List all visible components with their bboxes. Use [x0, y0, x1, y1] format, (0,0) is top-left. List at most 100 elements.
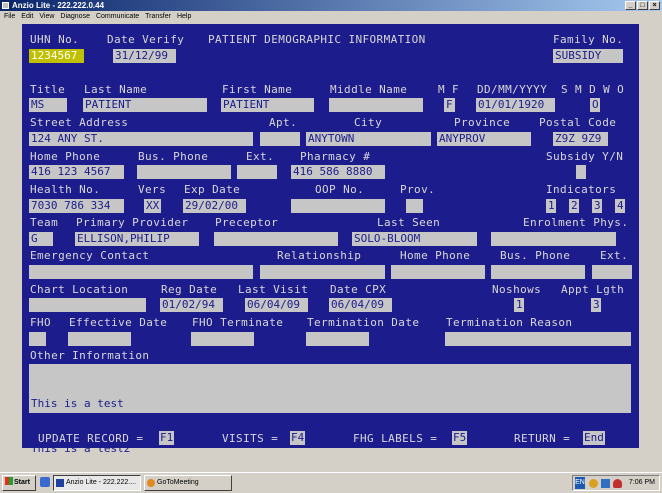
sex-field[interactable]: F	[444, 98, 455, 112]
relationship-field[interactable]	[260, 265, 385, 279]
indicator-1-field[interactable]: 1	[546, 199, 556, 213]
marital-status-field[interactable]: O	[590, 98, 600, 112]
menu-edit[interactable]: Edit	[21, 11, 33, 23]
visits-label: VISITS =	[222, 432, 279, 445]
last-visit-field[interactable]: 06/04/09	[245, 298, 308, 312]
health-no-field[interactable]: 7030 786 334	[29, 199, 124, 213]
effective-date-field[interactable]	[68, 332, 131, 346]
vers-field[interactable]: XX	[144, 199, 161, 213]
team-field[interactable]: G	[29, 232, 53, 246]
menu-communicate[interactable]: Communicate	[96, 11, 139, 23]
home-phone-field[interactable]: 416 123 4567	[29, 165, 124, 179]
oop-no-field[interactable]	[291, 199, 385, 213]
menu-help[interactable]: Help	[177, 11, 191, 23]
preceptor-label: Preceptor	[215, 216, 279, 229]
start-label: Start	[14, 479, 30, 486]
postal-code-field[interactable]: Z9Z 9Z9	[553, 132, 608, 146]
last-seen-field[interactable]: SOLO-BLOOM	[352, 232, 477, 246]
visits-key[interactable]: F4	[290, 431, 306, 445]
fho-field[interactable]	[29, 332, 46, 346]
taskbar-item-gotomeeting[interactable]: GoToMeeting	[144, 475, 232, 491]
indicator-3-field[interactable]: 3	[592, 199, 602, 213]
appt-length-field[interactable]: 3	[591, 298, 601, 312]
middle-name-label: Middle Name	[330, 83, 408, 96]
sex-label: M F	[438, 83, 460, 96]
enrolment-phys-field[interactable]	[491, 232, 616, 246]
fho-terminate-field[interactable]	[191, 332, 254, 346]
ext-label: Ext.	[246, 150, 275, 163]
update-record-key[interactable]: F1	[159, 431, 175, 445]
emergency-ext-field[interactable]	[592, 265, 632, 279]
tray-app-icon[interactable]	[589, 479, 598, 488]
date-cpx-field[interactable]: 06/04/09	[329, 298, 392, 312]
start-button[interactable]: Start	[2, 475, 36, 491]
return-key[interactable]: End	[583, 431, 605, 445]
menu-transfer[interactable]: Transfer	[145, 11, 171, 23]
emergency-contact-field[interactable]	[29, 265, 253, 279]
exp-date-label: Exp Date	[184, 183, 241, 196]
fho-terminate-label: FHO Terminate	[192, 316, 284, 329]
noshows-field[interactable]: 1	[514, 298, 524, 312]
menu-file[interactable]: File	[4, 11, 15, 23]
ext-field[interactable]	[237, 165, 277, 179]
emergency-bus-phone-field[interactable]	[491, 265, 585, 279]
primary-provider-field[interactable]: ELLISON,PHILIP	[75, 232, 199, 246]
enrolment-phys-label: Enrolment Phys.	[523, 216, 629, 229]
street-field[interactable]: 124 ANY ST.	[29, 132, 253, 146]
date-verify-field[interactable]: 31/12/99	[113, 49, 176, 63]
close-button[interactable]: ×	[649, 1, 660, 10]
bus-phone-field[interactable]	[137, 165, 231, 179]
first-name-label: First Name	[222, 83, 293, 96]
emergency-contact-label: Emergency Contact	[30, 249, 150, 262]
vers-label: Vers	[138, 183, 167, 196]
province-field[interactable]: ANYPROV	[437, 132, 531, 146]
fhg-labels-label: FHG LABELS =	[353, 432, 438, 445]
other-information-textarea[interactable]: This is a test This is a test2	[29, 364, 631, 455]
apt-field[interactable]	[260, 132, 300, 146]
last-name-field[interactable]: PATIENT	[83, 98, 207, 112]
other-information-line: This is a test	[31, 397, 124, 410]
security-shield-icon[interactable]	[613, 479, 622, 488]
taskbar-item-anzio[interactable]: Anzio Lite - 222.222....	[53, 475, 141, 491]
date-cpx-label: Date CPX	[330, 283, 387, 296]
window-title: Anzio Lite - 222.222.0.44	[12, 1, 105, 10]
menu-diagnose[interactable]: Diagnose	[60, 11, 90, 23]
termination-reason-field[interactable]	[445, 332, 631, 346]
preceptor-field[interactable]	[214, 232, 338, 246]
anzio-app-icon	[56, 479, 64, 487]
indicator-2-field[interactable]: 2	[569, 199, 579, 213]
family-no-label: Family No.	[553, 33, 624, 46]
language-indicator[interactable]: EN	[575, 477, 585, 489]
family-no-field[interactable]: SUBSIDY	[553, 49, 623, 63]
terminal-screen[interactable]: UHN No. Date Verify PATIENT DEMOGRAPHIC …	[22, 24, 639, 455]
network-icon[interactable]	[601, 479, 610, 488]
termination-date-field[interactable]	[306, 332, 369, 346]
prov-field[interactable]	[406, 199, 423, 213]
team-label: Team	[30, 216, 59, 229]
fhg-labels-key[interactable]: F5	[452, 431, 468, 445]
menu-view[interactable]: View	[39, 11, 54, 23]
subsidy-field[interactable]	[576, 165, 586, 179]
title-field[interactable]: MS	[29, 98, 67, 112]
middle-name-field[interactable]	[329, 98, 423, 112]
minimize-button[interactable]: _	[625, 1, 636, 10]
uhn-field[interactable]: 1234567	[29, 49, 84, 63]
city-field[interactable]: ANYTOWN	[306, 132, 431, 146]
exp-date-field[interactable]: 29/02/00	[183, 199, 246, 213]
maximize-button[interactable]: □	[637, 1, 648, 10]
indicator-4-field[interactable]: 4	[615, 199, 625, 213]
window-title-bar[interactable]: Anzio Lite - 222.222.0.44 _ □ ×	[0, 0, 662, 11]
dob-field[interactable]: 01/01/1920	[476, 98, 555, 112]
province-label: Province	[454, 116, 511, 129]
reg-date-field[interactable]: 01/02/94	[160, 298, 223, 312]
street-label: Street Address	[30, 116, 129, 129]
chart-location-field[interactable]	[29, 298, 146, 312]
last-name-label: Last Name	[84, 83, 148, 96]
city-label: City	[354, 116, 383, 129]
taskbar-clock[interactable]: 7:06 PM	[629, 476, 655, 490]
last-seen-label: Last Seen	[377, 216, 441, 229]
first-name-field[interactable]: PATIENT	[221, 98, 314, 112]
emergency-home-phone-field[interactable]	[391, 265, 485, 279]
browser-quicklaunch-icon[interactable]	[40, 477, 50, 487]
pharmacy-field[interactable]: 416 586 8880	[291, 165, 385, 179]
